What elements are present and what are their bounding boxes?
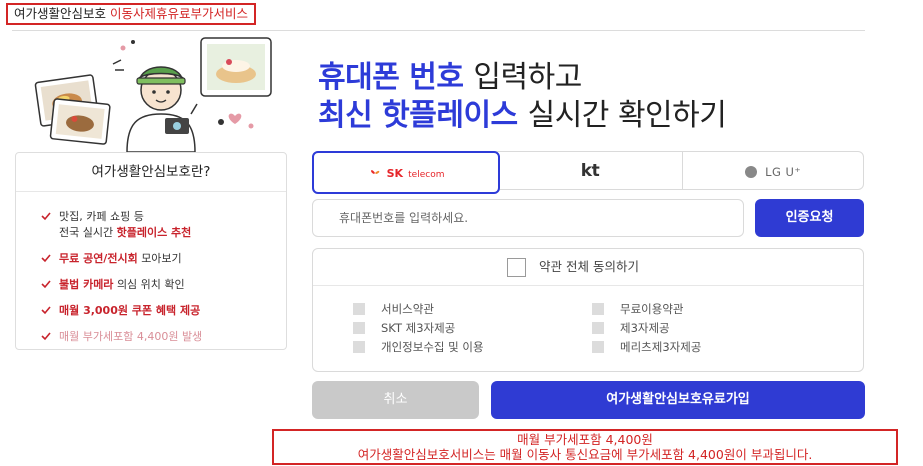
skt-logo: SK telecom — [368, 153, 445, 194]
term-checkbox[interactable] — [353, 322, 365, 334]
fee-notice-line-1: 매월 부가세포함 4,400원 — [517, 432, 653, 447]
headline-line-2: 최신 핫플레이스 실시간 확인하기 — [318, 90, 727, 134]
item-highlight: 무료 공연/전시회 — [59, 252, 138, 265]
term-checkbox[interactable] — [353, 341, 365, 353]
term-label: 무료이용약관 — [620, 302, 684, 316]
dessert-photo-icon — [200, 37, 272, 97]
fee-notice-line-2: 여가생활안심보호서비스는 매월 이동사 통신요금에 부가세포함 4,400원이 … — [357, 447, 813, 462]
skt-sub: telecom — [408, 170, 445, 180]
subscribe-button[interactable]: 여가생활안심보호유료가입 — [491, 381, 865, 419]
cancel-button[interactable]: 취소 — [312, 381, 479, 419]
headline-emphasis: 최신 핫플레이스 — [318, 98, 518, 133]
term-label: 개인정보수집 및 이용 — [381, 340, 484, 354]
item-plain: 전국 실시간 — [59, 226, 114, 239]
tab-kt[interactable]: kt — [497, 152, 683, 189]
divider — [12, 30, 865, 31]
heart-icon — [228, 113, 242, 124]
headline-text: 실시간 확인하기 — [527, 98, 727, 133]
item-highlight: 불법 카메라 — [59, 278, 114, 291]
term-item[interactable]: 제3자제공 — [592, 320, 670, 336]
item-fee-note: 매월 부가세포함 4,400원 발생 — [59, 330, 203, 343]
term-checkbox[interactable] — [353, 303, 365, 315]
agree-all-label: 약관 전체 동의하기 — [539, 259, 639, 274]
skt-butterfly-icon — [370, 170, 379, 174]
tab-lg-uplus[interactable]: LG U⁺ — [681, 152, 865, 189]
lg-logo-text: LG U⁺ — [765, 165, 802, 179]
term-item[interactable]: 서비스약관 — [353, 301, 434, 317]
check-icon — [41, 254, 51, 263]
service-label-suffix: 이동사제휴유료부가서비스 — [110, 6, 249, 21]
term-item[interactable]: 개인정보수집 및 이용 — [353, 339, 484, 355]
carrier-tabs: kt LG U⁺ SK telecom — [312, 151, 865, 194]
skt-brand: SK — [386, 167, 404, 180]
phone-number-input[interactable]: 휴대폰번호를 입력하세요. — [312, 199, 744, 237]
item-plain: 의심 위치 확인 — [116, 278, 185, 291]
terms-panel: 약관 전체 동의하기 서비스약관 SKT 제3자제공 개인정보수집 및 이용 무… — [312, 248, 864, 372]
check-icon — [41, 332, 51, 341]
list-item: 맛집, 카페 쇼핑 등 전국 실시간 핫플레이스 추천 — [41, 209, 281, 241]
item-highlight: 핫플레이스 추천 — [116, 226, 192, 239]
check-icon — [41, 212, 51, 221]
benefit-list: 맛집, 카페 쇼핑 등 전국 실시간 핫플레이스 추천 무료 공연/전시회 모아… — [41, 209, 281, 355]
lg-logo-icon — [744, 166, 757, 178]
item-highlight: 매월 3,000원 쿠폰 혜택 제공 — [59, 304, 201, 317]
term-checkbox[interactable] — [592, 341, 604, 353]
service-label: 여가생활안심보호 이동사제휴유료부가서비스 — [6, 3, 257, 25]
item-plain: 모아보기 — [141, 252, 182, 265]
term-item[interactable]: 메리츠제3자제공 — [592, 339, 701, 355]
food-photo-icon — [49, 98, 111, 145]
agree-all-row[interactable]: 약관 전체 동의하기 — [313, 249, 863, 286]
term-item[interactable]: SKT 제3자제공 — [353, 320, 455, 336]
auth-request-button[interactable]: 인증요청 — [755, 199, 864, 237]
character-icon — [126, 66, 198, 152]
kt-logo: kt — [580, 161, 600, 181]
character-illustration — [34, 37, 272, 152]
term-item[interactable]: 무료이용약관 — [592, 301, 683, 317]
list-item: 매월 3,000원 쿠폰 혜택 제공 — [41, 303, 281, 319]
check-icon — [41, 306, 51, 315]
info-title: 여가생활안심보호란? — [16, 153, 286, 192]
term-label: 메리츠제3자제공 — [620, 340, 702, 354]
list-item: 매월 부가세포함 4,400원 발생 — [41, 329, 281, 345]
term-label: SKT 제3자제공 — [381, 321, 456, 335]
check-icon — [41, 280, 51, 289]
list-item: 불법 카메라 의심 위치 확인 — [41, 277, 281, 293]
item-text-2: 전국 실시간 핫플레이스 추천 — [59, 225, 281, 241]
term-checkbox[interactable] — [592, 303, 604, 315]
list-item: 무료 공연/전시회 모아보기 — [41, 251, 281, 267]
agree-all-checkbox[interactable] — [507, 258, 526, 277]
term-label: 제3자제공 — [620, 321, 670, 335]
service-info-box: 여가생활안심보호란? 맛집, 카페 쇼핑 등 전국 실시간 핫플레이스 추천 무… — [15, 152, 287, 350]
service-label-prefix: 여가생활안심보호 — [14, 6, 107, 21]
fee-notice: 매월 부가세포함 4,400원 여가생활안심보호서비스는 매월 이동사 통신요금… — [272, 429, 898, 465]
tab-skt[interactable]: SK telecom — [312, 151, 500, 194]
item-text: 맛집, 카페 쇼핑 등 — [59, 210, 144, 223]
term-checkbox[interactable] — [592, 322, 604, 334]
term-label: 서비스약관 — [381, 302, 434, 316]
